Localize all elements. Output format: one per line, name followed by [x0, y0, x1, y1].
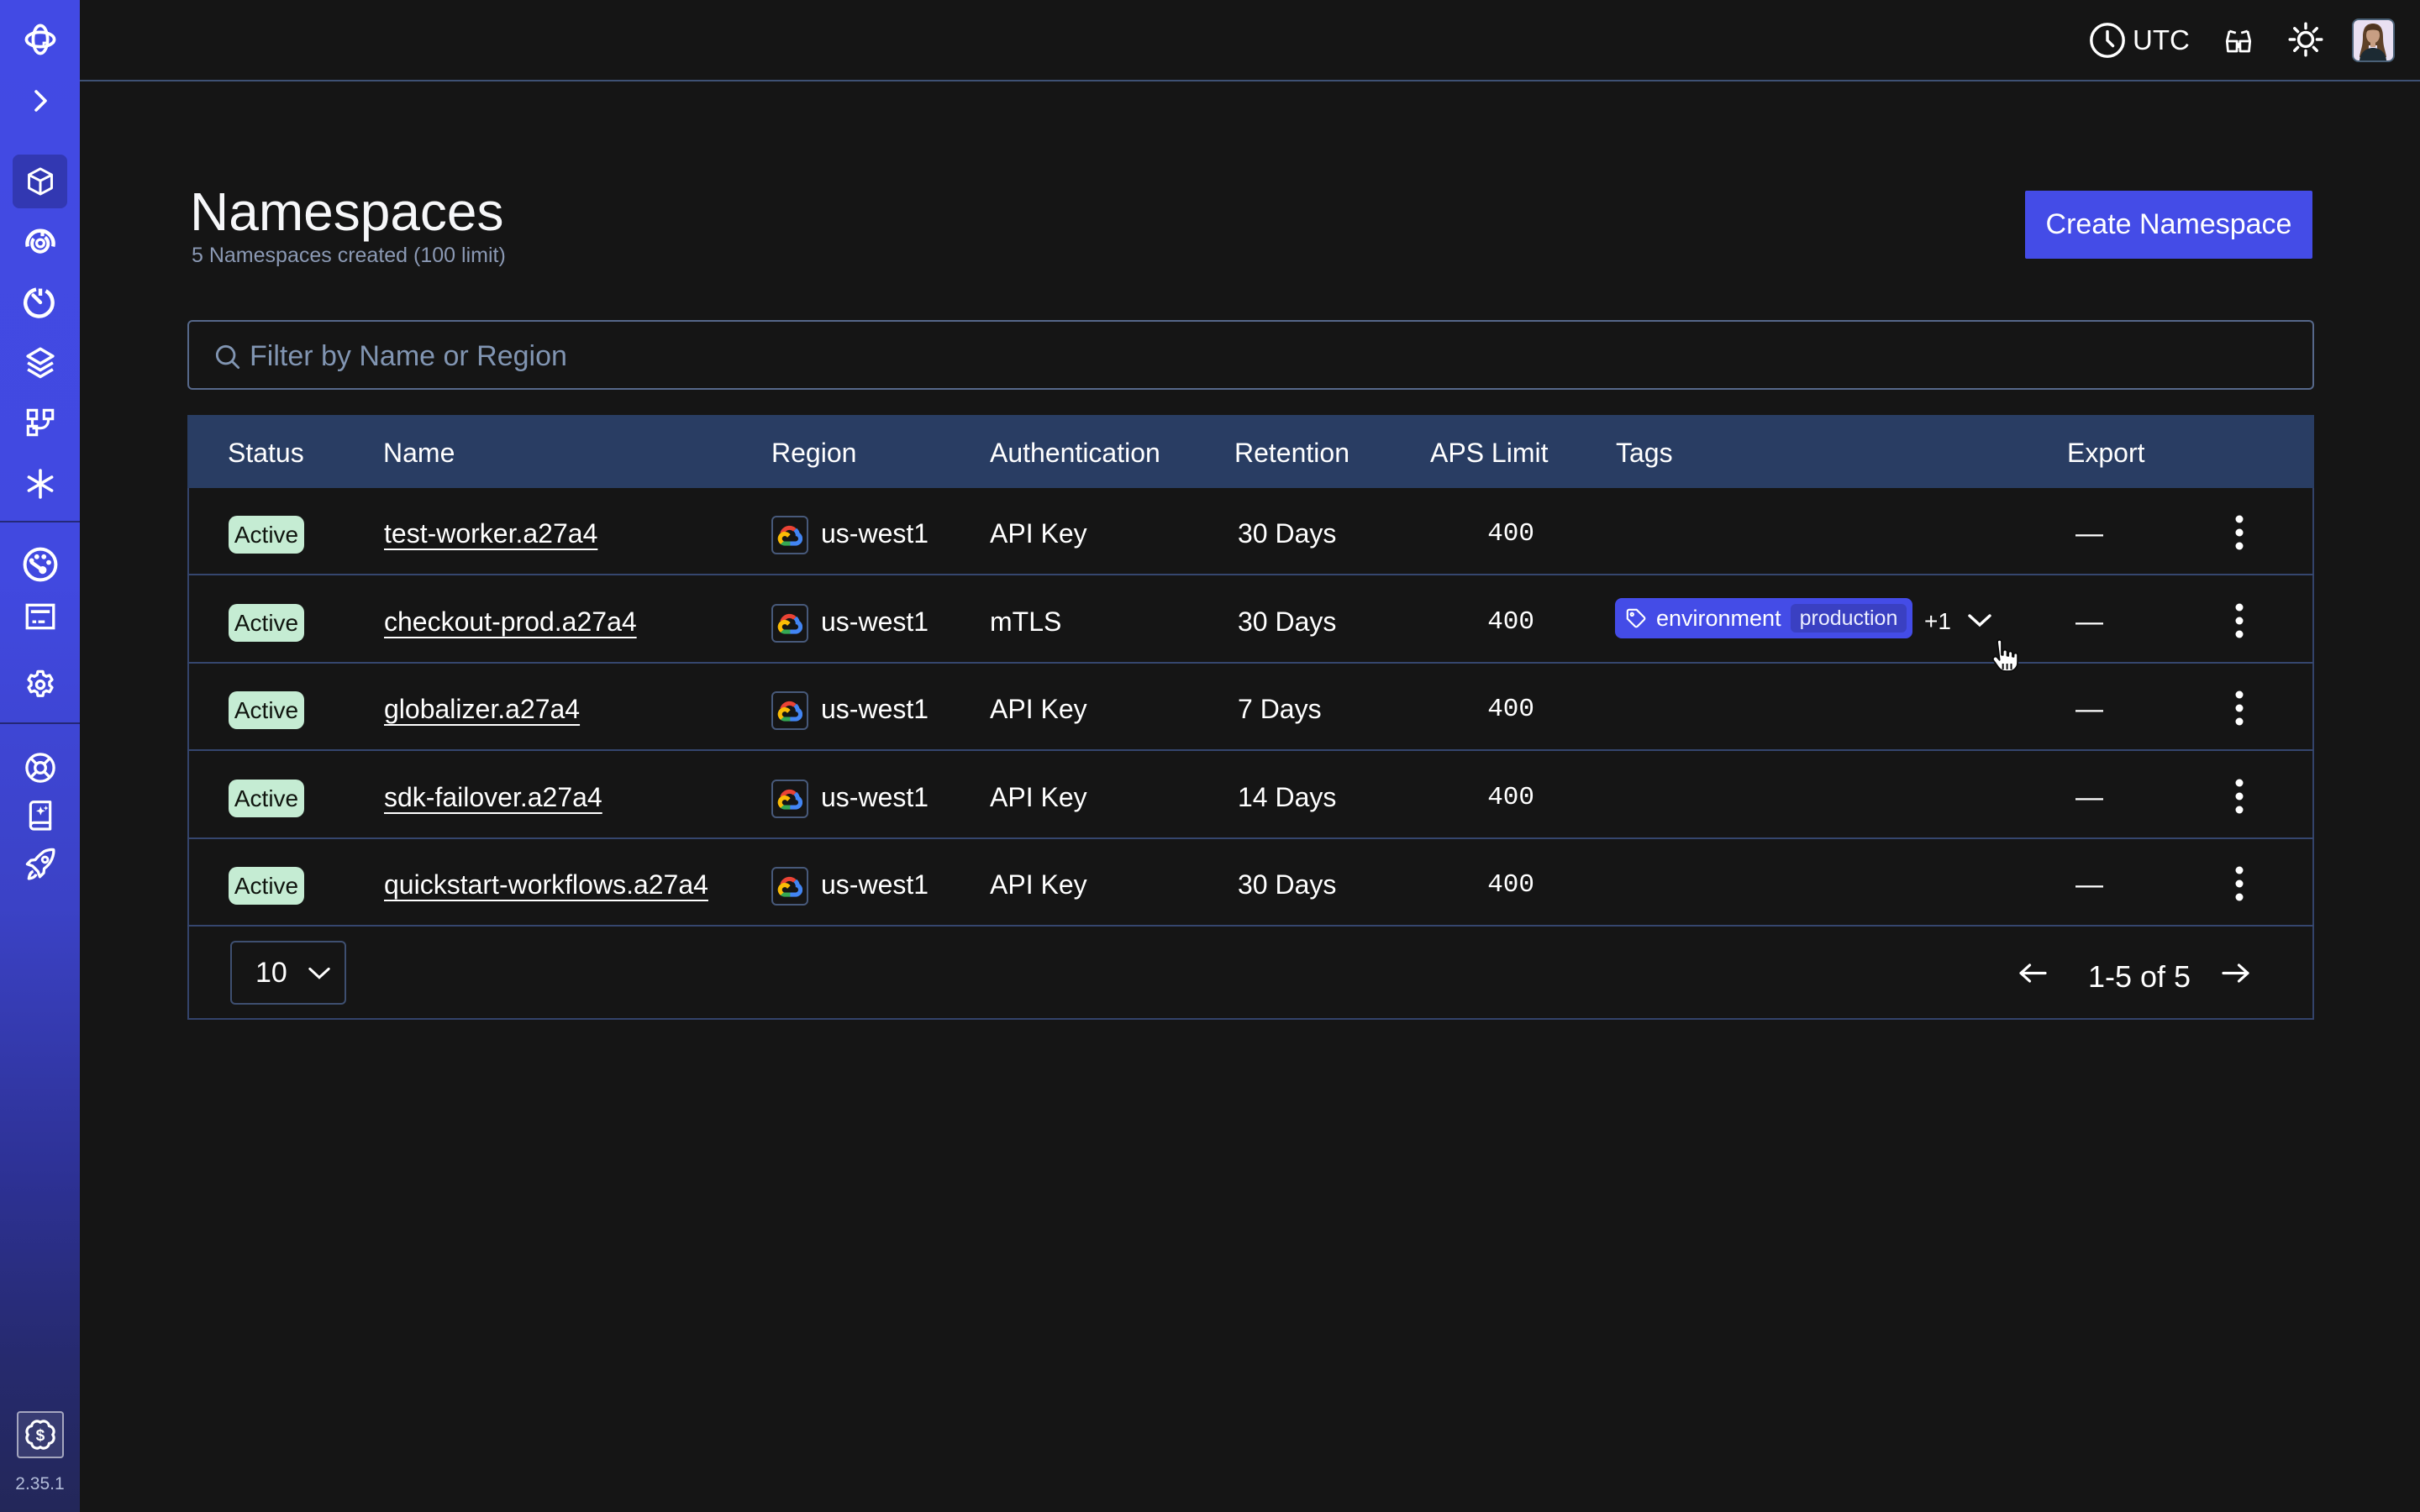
svg-text:$: $	[36, 1427, 45, 1445]
